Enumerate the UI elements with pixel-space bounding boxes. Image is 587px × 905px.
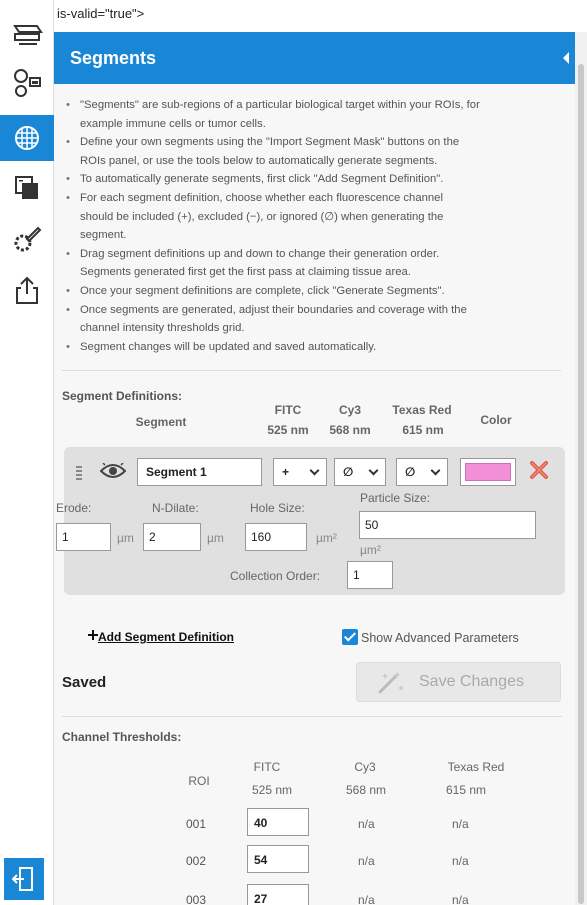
texas-red-threshold: n/a bbox=[452, 893, 469, 905]
cy3-select-value: ∅ bbox=[343, 465, 354, 480]
divider bbox=[62, 370, 561, 372]
instruction-item: Segment changes will be updated and save… bbox=[66, 338, 561, 357]
header-fitc: FITC bbox=[274, 403, 302, 418]
instruction-item: "Segments" are sub-regions of a particul… bbox=[66, 96, 561, 133]
threshold-header-roi: ROI bbox=[188, 774, 210, 788]
erode-input[interactable]: 1 bbox=[56, 523, 111, 552]
segment-color-picker[interactable] bbox=[460, 458, 516, 487]
panel-scrollbar[interactable] bbox=[575, 32, 587, 905]
raw-markup-text: is-valid="true"> bbox=[57, 6, 145, 21]
eye-icon[interactable] bbox=[100, 463, 126, 479]
particle-size-unit: µm² bbox=[360, 543, 381, 558]
instruction-item: To automatically generate segments, firs… bbox=[66, 170, 561, 189]
exit-icon[interactable] bbox=[4, 858, 44, 900]
threshold-header-fitc: FITC bbox=[253, 760, 281, 774]
instruction-item: Drag segment definitions up and down to … bbox=[66, 245, 561, 282]
fitc-select[interactable]: + bbox=[273, 458, 327, 487]
fitc-threshold-input[interactable]: 27 bbox=[247, 884, 309, 905]
hole-size-label: Hole Size: bbox=[250, 501, 305, 516]
fitc-threshold-input[interactable]: 40 bbox=[247, 808, 309, 836]
texas-red-threshold: n/a bbox=[452, 854, 469, 868]
cy3-threshold: n/a bbox=[358, 893, 375, 905]
instruction-item: Once segments are generated, adjust thei… bbox=[66, 301, 561, 338]
instruction-item: Define your own segments using the "Impo… bbox=[66, 133, 561, 170]
particle-size-input[interactable]: 50 bbox=[359, 511, 536, 540]
export-icon[interactable] bbox=[0, 268, 54, 314]
cy3-select[interactable]: ∅ bbox=[334, 458, 386, 487]
add-segment-definition-link[interactable]: Add Segment Definition bbox=[98, 630, 234, 644]
instructions-list: "Segments" are sub-regions of a particul… bbox=[54, 84, 575, 364]
cy3-threshold: n/a bbox=[358, 854, 375, 868]
roi-id: 003 bbox=[185, 893, 207, 905]
segment-column-headers: Segment FITC 525 nm Cy3 568 nm Texas Red… bbox=[54, 403, 575, 439]
ndilate-label: N-Dilate: bbox=[152, 501, 199, 516]
settings-edit-icon[interactable] bbox=[0, 217, 54, 263]
left-toolbar bbox=[0, 0, 54, 905]
show-advanced-label: Show Advanced Parameters bbox=[361, 631, 519, 645]
instruction-item: Once your segment definitions are comple… bbox=[66, 282, 561, 301]
layers-icon[interactable] bbox=[0, 165, 54, 211]
saved-status: Saved bbox=[62, 674, 107, 691]
save-changes-label: Save Changes bbox=[419, 673, 524, 690]
roi-id: 002 bbox=[185, 854, 207, 868]
show-advanced-checkbox[interactable] bbox=[342, 629, 358, 645]
erode-label: Erode: bbox=[56, 501, 92, 516]
hole-size-input[interactable]: 160 bbox=[245, 523, 307, 552]
erode-unit: µm bbox=[117, 531, 134, 546]
texas-red-threshold: n/a bbox=[452, 817, 469, 831]
threshold-header-fitc-nm: 525 nm bbox=[251, 783, 293, 797]
threshold-header-cy3-nm: 568 nm bbox=[345, 783, 387, 797]
header-cy3: Cy3 bbox=[338, 403, 361, 418]
delete-segment-icon[interactable] bbox=[528, 459, 550, 481]
header-color: Color bbox=[480, 413, 512, 428]
hole-size-unit: µm² bbox=[316, 531, 337, 546]
roi-id: 001 bbox=[185, 817, 207, 831]
ndilate-unit: µm bbox=[207, 531, 224, 546]
magic-wand-icon bbox=[378, 671, 404, 694]
chevron-down-icon bbox=[368, 465, 379, 476]
threshold-header-texas-red: Texas Red bbox=[447, 760, 505, 774]
collection-order-label: Collection Order: bbox=[230, 569, 321, 584]
segment-definition-card: Segment 1 + ∅ ∅ Erode: 1 µm N-Dilate: 2 … bbox=[56, 447, 565, 596]
panel-title: Segments bbox=[70, 47, 157, 68]
plus-icon bbox=[88, 630, 98, 640]
header-segment: Segment bbox=[135, 415, 187, 430]
color-swatch bbox=[465, 463, 511, 482]
texas-red-select[interactable]: ∅ bbox=[396, 458, 448, 487]
chevron-down-icon bbox=[309, 465, 320, 476]
instruction-item: For each segment definition, choose whet… bbox=[66, 189, 561, 245]
collapse-arrow-icon[interactable] bbox=[563, 52, 569, 64]
save-changes-button[interactable]: Save Changes bbox=[356, 662, 561, 702]
divider bbox=[62, 716, 562, 717]
panel-header: Segments bbox=[54, 32, 575, 84]
particle-size-label: Particle Size: bbox=[360, 491, 431, 506]
cy3-threshold: n/a bbox=[358, 817, 375, 831]
fitc-threshold-input[interactable]: 54 bbox=[247, 845, 309, 873]
header-texas-red: Texas Red bbox=[392, 403, 452, 418]
texas-red-select-value: ∅ bbox=[405, 465, 416, 480]
header-cy3-nm: 568 nm bbox=[329, 423, 371, 438]
chevron-down-icon bbox=[430, 465, 441, 476]
scanner-icon[interactable] bbox=[0, 12, 54, 58]
roi-icon[interactable] bbox=[0, 60, 54, 106]
fitc-select-value: + bbox=[282, 465, 290, 480]
ndilate-input[interactable]: 2 bbox=[143, 523, 201, 552]
collection-order-input[interactable]: 1 bbox=[347, 561, 393, 590]
header-fitc-nm: 525 nm bbox=[267, 423, 309, 438]
scrollbar-thumb[interactable] bbox=[578, 64, 584, 904]
segment-name-input[interactable]: Segment 1 bbox=[137, 458, 262, 487]
segment-definitions-title: Segment Definitions: bbox=[62, 389, 183, 404]
header-texas-red-nm: 615 nm bbox=[402, 423, 444, 438]
segments-icon[interactable] bbox=[0, 115, 54, 161]
threshold-header-cy3: Cy3 bbox=[354, 760, 376, 774]
threshold-header-texas-red-nm: 615 nm bbox=[445, 783, 487, 797]
drag-handle-icon[interactable] bbox=[76, 466, 82, 482]
channel-thresholds-title: Channel Thresholds: bbox=[62, 730, 182, 744]
segments-panel: Segments "Segments" are sub-regions of a… bbox=[54, 32, 575, 905]
